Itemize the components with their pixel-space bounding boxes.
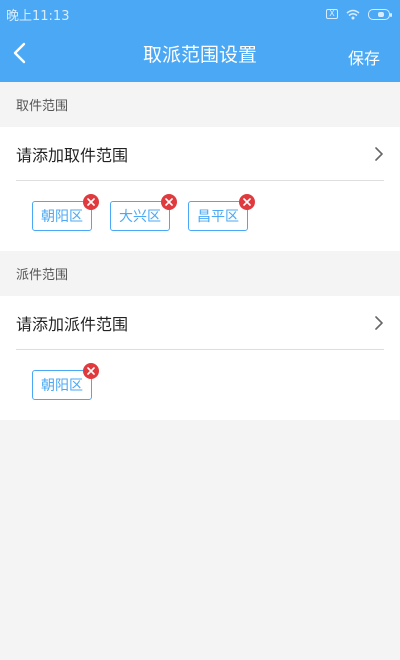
add-pickup-range-row[interactable]: 请添加取件范围 (16, 127, 384, 181)
remove-tag-button[interactable] (83, 363, 99, 379)
add-pickup-range-label: 请添加取件范围 (16, 145, 129, 165)
add-dispatch-range-label: 请添加派件范围 (16, 314, 129, 334)
remove-tag-button[interactable] (83, 194, 99, 210)
dispatch-tags: 朝阳区 (0, 350, 400, 420)
tag-label: 朝阳区 (41, 378, 83, 394)
content: 取件范围 请添加取件范围 朝阳区 大兴区 昌平区 派件范围 请添加派件范围 朝阳… (0, 82, 400, 420)
tag-label: 大兴区 (119, 209, 161, 225)
close-icon (165, 198, 173, 206)
dispatch-section-label: 派件范围 (16, 268, 69, 283)
status-icons: X (326, 8, 392, 20)
remove-tag-button[interactable] (239, 194, 255, 210)
close-icon (243, 198, 251, 206)
tag-label: 昌平区 (197, 209, 239, 225)
dispatch-tag: 朝阳区 (32, 363, 99, 400)
tag-label: 朝阳区 (41, 209, 83, 225)
dispatch-card: 请添加派件范围 朝阳区 (0, 296, 400, 420)
sim-icon: X (326, 9, 338, 19)
nav-bar: 取派范围设置 保存 (0, 28, 400, 82)
pickup-tag: 朝阳区 (32, 194, 99, 231)
status-time: 晚上11:13 (6, 8, 70, 24)
close-icon (87, 367, 95, 375)
pickup-tag: 昌平区 (188, 194, 255, 231)
battery-icon (368, 8, 392, 20)
chevron-left-icon (13, 42, 26, 64)
page-title: 取派范围设置 (142, 44, 257, 66)
remove-tag-button[interactable] (161, 194, 177, 210)
back-button[interactable] (6, 36, 32, 70)
pickup-card: 请添加取件范围 朝阳区 大兴区 昌平区 (0, 127, 400, 251)
pickup-section-label: 取件范围 (16, 99, 69, 114)
wifi-icon (346, 9, 360, 19)
status-bar: 晚上11:13 X (0, 0, 400, 28)
add-dispatch-range-row[interactable]: 请添加派件范围 (16, 296, 384, 350)
pickup-tag: 大兴区 (110, 194, 177, 231)
save-button[interactable]: 保存 (348, 45, 380, 69)
chevron-right-icon (375, 146, 383, 161)
chevron-right-icon (375, 315, 383, 330)
pickup-tags: 朝阳区 大兴区 昌平区 (0, 181, 400, 251)
close-icon (87, 198, 95, 206)
